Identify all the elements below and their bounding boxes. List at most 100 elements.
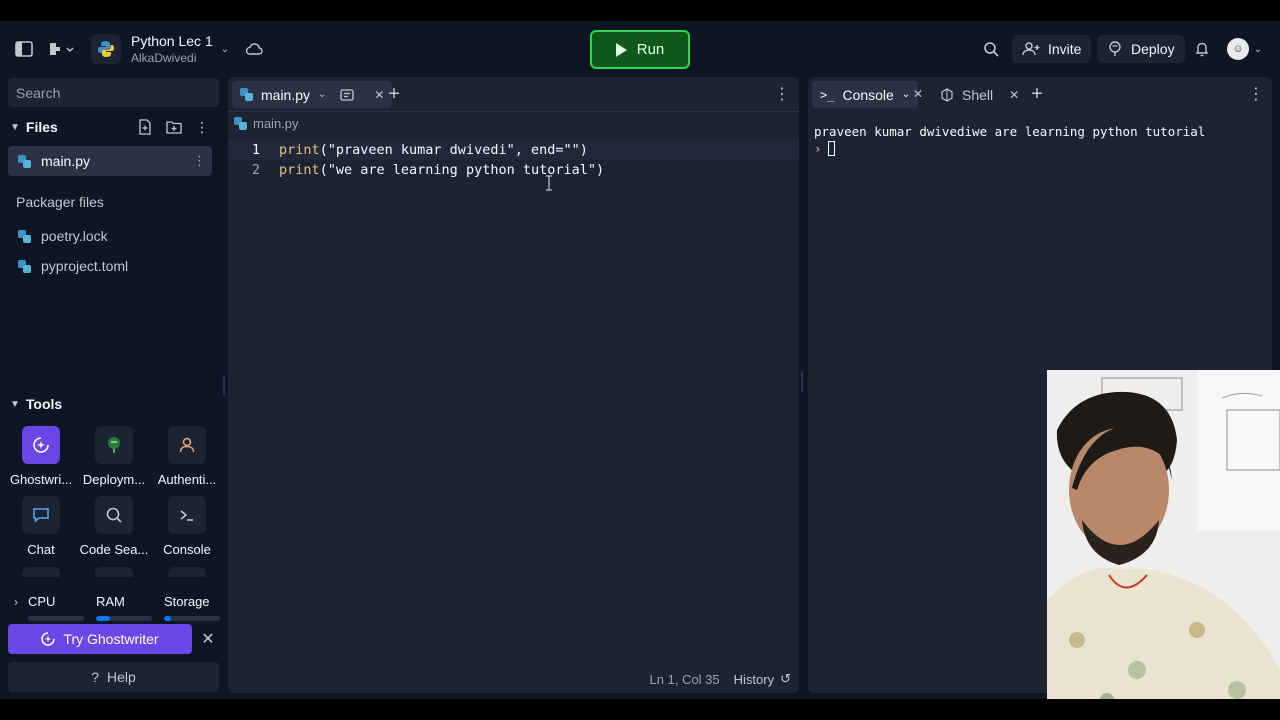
code-line[interactable]: 1 print("praveen kumar dwivedi", end="") — [228, 140, 799, 160]
tab-label: main.py — [261, 86, 311, 103]
file-item-pyproject-toml[interactable]: pyproject.toml — [8, 251, 212, 281]
tool-ghostwriter[interactable]: Ghostwri... — [4, 426, 78, 487]
resource-bar — [28, 616, 84, 621]
python-file-icon — [18, 154, 31, 168]
line-number: 1 — [251, 142, 260, 158]
panel-resize-handle[interactable] — [801, 371, 803, 393]
sidebar-resize-handle[interactable] — [223, 376, 225, 396]
tools-section-header[interactable]: ▼ Tools — [10, 396, 62, 412]
avatar-chevron-down-icon[interactable]: ⌄ — [1253, 41, 1263, 57]
file-name: pyproject.toml — [41, 258, 129, 274]
chevron-down-icon[interactable]: ⌄ — [902, 89, 910, 100]
new-folder-icon[interactable] — [165, 119, 183, 135]
bell-icon[interactable] — [1194, 40, 1210, 58]
file-item-main-py[interactable]: main.py ⋮ — [8, 146, 212, 176]
preview-icon[interactable] — [340, 88, 355, 101]
search-icon — [95, 496, 133, 534]
files-title: Files — [25, 119, 58, 135]
tab-label: Shell — [962, 86, 994, 103]
search-input[interactable] — [8, 78, 219, 107]
breadcrumb-file[interactable]: main.py — [253, 116, 299, 131]
storage-usage: Storage — [164, 594, 220, 621]
files-section-header[interactable]: ▼ Files — [10, 119, 58, 135]
console-output: praveen kumar dwivediwe are learning pyt… — [814, 124, 1206, 139]
code-function: print — [279, 162, 320, 178]
python-file-icon — [234, 117, 247, 130]
python-file-icon — [240, 88, 253, 101]
line-source: print("we are learning python tutorial") — [279, 160, 604, 180]
replit-menu-icon[interactable] — [46, 40, 76, 58]
help-button[interactable]: ? Help — [8, 662, 219, 692]
tool-code-search[interactable]: Code Sea... — [77, 496, 151, 557]
letterbox-bottom — [0, 699, 1280, 720]
ghostwriter-icon — [22, 426, 60, 464]
close-icon[interactable]: ✕ — [1009, 88, 1019, 102]
add-tab-icon[interactable]: + — [1029, 83, 1045, 105]
add-user-icon — [1022, 42, 1040, 56]
close-icon[interactable]: ✕ — [200, 631, 216, 648]
tool-label: Chat — [27, 542, 55, 557]
code-line[interactable]: 2 print("we are learning python tutorial… — [228, 160, 799, 180]
console-more-icon[interactable]: ⋮ — [1248, 85, 1264, 103]
chevron-down-icon[interactable]: ⌄ — [219, 41, 231, 57]
top-header: Python Lec 1 AlkaDwivedi ⌄ Run Invite De… — [0, 21, 1280, 77]
tab-label: Console — [842, 86, 894, 103]
console-prompt[interactable]: › — [814, 141, 835, 156]
add-tab-icon[interactable]: + — [386, 83, 402, 105]
chevron-down-icon[interactable]: ⌄ — [318, 89, 326, 100]
file-item-poetry-lock[interactable]: poetry.lock — [8, 221, 212, 251]
avatar[interactable]: ☺ — [1227, 38, 1249, 60]
tool-authentication[interactable]: Authenti... — [150, 426, 224, 487]
tool-console[interactable]: Console — [150, 496, 224, 557]
repl-owner[interactable]: AlkaDwivedi — [131, 51, 196, 65]
repl-title[interactable]: Python Lec 1 — [131, 33, 213, 49]
resource-fill — [96, 616, 110, 621]
code-args: ("praveen kumar dwivedi", end="") — [319, 142, 588, 158]
editor-tab-bar: main.py ⌄ ✕ + ⋮ — [228, 77, 799, 112]
resource-bar — [96, 616, 152, 621]
terminal-icon: >_ — [820, 87, 835, 102]
ram-usage: RAM — [96, 594, 152, 621]
code-function: print — [279, 142, 320, 158]
tool-chat[interactable]: Chat — [4, 496, 78, 557]
resource-bar — [164, 616, 220, 621]
tab-console[interactable]: >_ Console ⌄ — [812, 81, 919, 108]
run-label: Run — [636, 41, 665, 58]
try-ghostwriter-button[interactable]: Try Ghostwriter — [8, 624, 192, 654]
resource-label: CPU — [28, 594, 56, 609]
search-icon[interactable] — [982, 40, 1000, 58]
close-icon[interactable]: ✕ — [912, 87, 924, 101]
tab-shell[interactable]: Shell ✕ — [932, 81, 1027, 108]
tools-overflow-row — [22, 567, 212, 577]
ghostwriter-icon — [41, 632, 56, 646]
user-icon — [168, 426, 206, 464]
deployments-icon — [95, 426, 133, 464]
cloud-icon[interactable] — [244, 40, 264, 58]
editor-more-icon[interactable]: ⋮ — [774, 85, 790, 103]
close-icon[interactable]: ✕ — [374, 88, 384, 102]
files-more-icon[interactable]: ⋮ — [195, 119, 209, 135]
deploy-button[interactable]: Deploy — [1097, 35, 1185, 63]
prompt-symbol: › — [814, 141, 822, 156]
invite-button[interactable]: Invite — [1012, 35, 1092, 63]
editor-status-bar: Ln 1, Col 35 History ↺ — [650, 671, 791, 687]
letterbox-top — [0, 0, 1280, 21]
tab-main-py[interactable]: main.py ⌄ ✕ — [232, 81, 393, 108]
line-number: 2 — [251, 162, 260, 178]
history-button[interactable]: History ↺ — [734, 671, 791, 687]
code-area[interactable]: 1 print("praveen kumar dwivedi", end="")… — [228, 140, 799, 180]
question-icon: ? — [91, 669, 99, 685]
chevron-right-icon[interactable]: › — [10, 595, 22, 609]
cpu-usage: CPU — [28, 594, 84, 621]
python-logo-icon[interactable] — [91, 34, 121, 64]
cursor-position[interactable]: Ln 1, Col 35 — [650, 672, 720, 687]
sidebar-toggle-icon[interactable] — [14, 40, 34, 58]
new-file-icon[interactable] — [137, 119, 153, 135]
python-file-icon — [18, 229, 31, 243]
webcam-overlay — [1047, 370, 1280, 720]
file-more-icon[interactable]: ⋮ — [193, 153, 206, 169]
run-button[interactable]: Run — [590, 30, 690, 69]
editor-panel: main.py ⌄ ✕ + ⋮ main.py 1 print("praveen… — [228, 77, 799, 693]
tool-deployments[interactable]: Deploym... — [77, 426, 151, 487]
history-label: History — [733, 671, 775, 687]
